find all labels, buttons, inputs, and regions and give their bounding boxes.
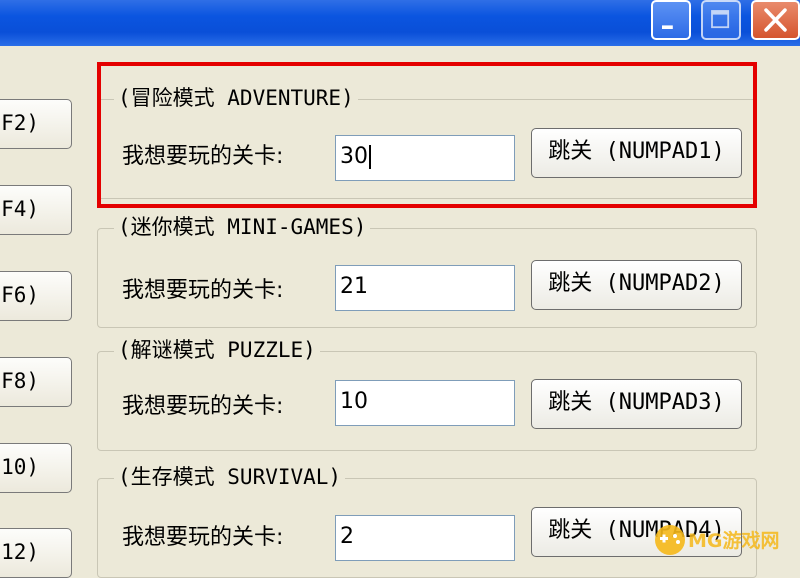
level-input-mini-games[interactable]: 21 <box>335 265 515 311</box>
group-title: (生存模式 SURVIVAL) <box>114 463 346 491</box>
group-title: (迷你模式 MINI-GAMES) <box>114 213 371 241</box>
level-input-survival[interactable]: 2 <box>335 515 515 561</box>
watermark-logo: MG游戏网 <box>655 525 780 555</box>
sidebar-button-f4[interactable]: F4) <box>0 185 72 235</box>
gamepad-icon <box>655 525 685 555</box>
level-label: 我想要玩的关卡: <box>122 394 284 419</box>
level-label: 我想要玩的关卡: <box>122 144 284 169</box>
group-title: (冒险模式 ADVENTURE) <box>114 84 358 112</box>
maximize-button[interactable] <box>701 0 741 40</box>
minimize-icon <box>662 25 673 29</box>
text-caret <box>369 145 371 169</box>
title-bar <box>0 0 800 46</box>
sidebar-button-f8[interactable]: F8) <box>0 357 72 407</box>
sidebar-button-f2[interactable]: F2) <box>0 99 72 149</box>
close-button[interactable] <box>751 0 800 40</box>
sidebar-button-f12[interactable]: 12) <box>0 528 72 578</box>
minimize-button[interactable] <box>651 0 691 40</box>
level-input-puzzle[interactable]: 10 <box>335 380 515 426</box>
watermark-text: MG游戏网 <box>688 529 780 552</box>
jump-button-puzzle[interactable]: 跳关 (NUMPAD3) <box>531 379 742 429</box>
group-title: (解谜模式 PUZZLE) <box>114 336 320 364</box>
jump-button-adventure[interactable]: 跳关 (NUMPAD1) <box>531 128 742 178</box>
group-puzzle: (解谜模式 PUZZLE) 我想要玩的关卡: 10 跳关 (NUMPAD3) <box>97 336 757 451</box>
group-adventure: (冒险模式 ADVENTURE) 我想要玩的关卡: 30 跳关 (NUMPAD1… <box>97 84 757 199</box>
group-mini-games: (迷你模式 MINI-GAMES) 我想要玩的关卡: 21 跳关 (NUMPAD… <box>97 213 757 328</box>
sidebar-button-f6[interactable]: F6) <box>0 271 72 321</box>
jump-button-mini-games[interactable]: 跳关 (NUMPAD2) <box>531 260 742 310</box>
maximize-icon <box>711 10 730 29</box>
close-icon <box>764 8 787 32</box>
sidebar-button-f10[interactable]: 10) <box>0 443 72 493</box>
level-label: 我想要玩的关卡: <box>122 278 284 303</box>
level-label: 我想要玩的关卡: <box>122 525 284 550</box>
level-input-adventure[interactable]: 30 <box>335 135 515 181</box>
